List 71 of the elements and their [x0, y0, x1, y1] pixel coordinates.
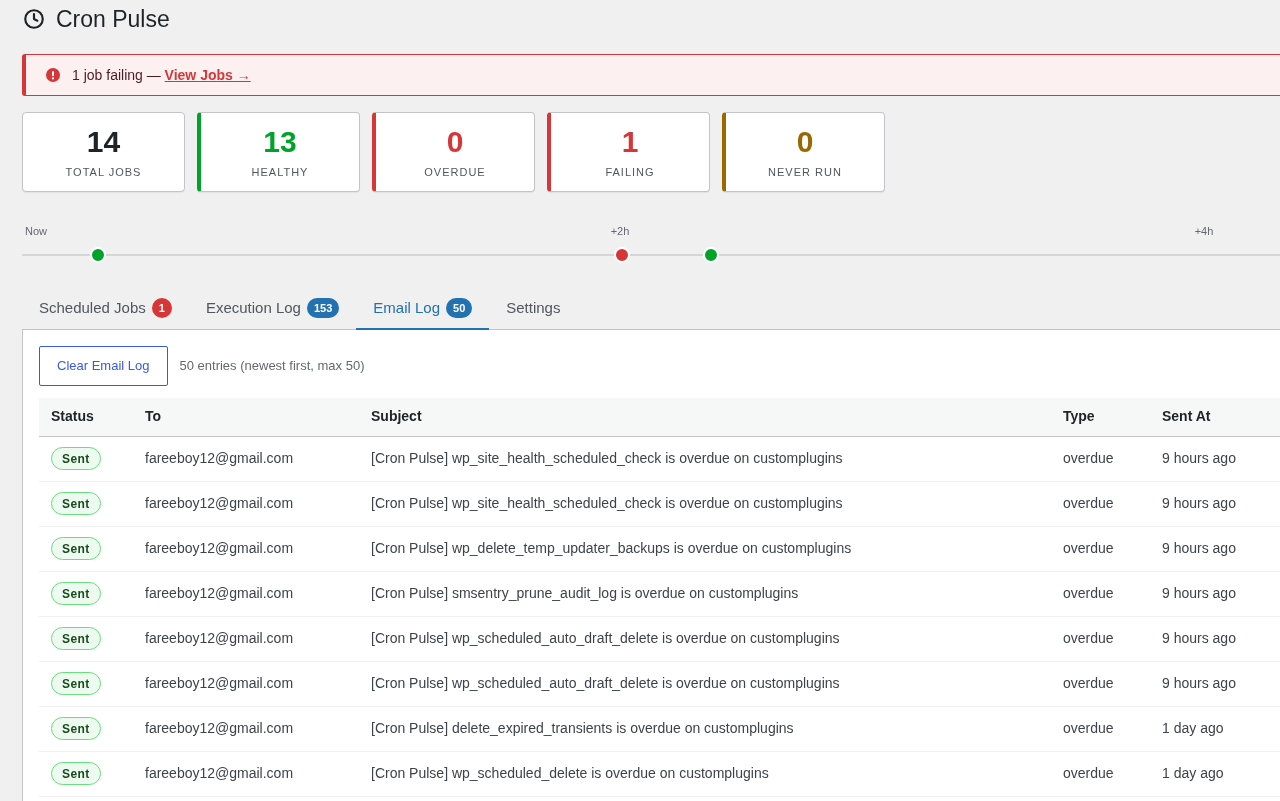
count-badge: 153 — [306, 298, 340, 318]
table-cell: fareeboy12@gmail.com — [133, 751, 359, 796]
table-cell: fareeboy12@gmail.com — [133, 481, 359, 526]
table-cell: [Cron Pulse] wp_scheduled_auto_draft_delete is overdue on customplugins — [359, 616, 1051, 661]
table-cell: [Cron Pulse] wp_delete_temp_updater_backups is overdue on customplugins — [359, 526, 1051, 571]
table-cell: [Cron Pulse] wp_site_health_scheduled_check is overdue on customplugins — [359, 436, 1051, 481]
table-cell: 9 hours ago — [1150, 436, 1280, 481]
notice-message: 1 job failing — View Jobs → — [72, 65, 251, 85]
count-badge: 50 — [446, 298, 473, 318]
table-cell: 9 hours ago — [1150, 571, 1280, 616]
stat-label: FAILING — [605, 165, 655, 179]
stat-value: 0 — [796, 125, 814, 159]
stat-label: HEALTHY — [251, 165, 309, 179]
table-cell: [Cron Pulse] wp_site_health_scheduled_check is overdue on customplugins — [359, 481, 1051, 526]
column-header: Type — [1051, 398, 1150, 436]
clear-email-log-button[interactable]: Clear Email Log — [39, 346, 168, 386]
status-tag: Sent — [51, 672, 101, 695]
entries-summary: 50 entries (newest first, max 50) — [179, 357, 365, 376]
stat-value: 0 — [446, 125, 464, 159]
column-header: Status — [39, 398, 133, 436]
table-cell: overdue — [1051, 436, 1150, 481]
table-cell: overdue — [1051, 481, 1150, 526]
tab[interactable]: Scheduled Jobs 1 — [22, 288, 189, 330]
table-cell: [Cron Pulse] wp_scheduled_auto_draft_delete is overdue on customplugins — [359, 661, 1051, 706]
stat-label: OVERDUE — [424, 165, 486, 179]
table-cell: [Cron Pulse] wp_scheduled_delete is overdue on customplugins — [359, 751, 1051, 796]
table-cell: overdue — [1051, 526, 1150, 571]
status-tag: Sent — [51, 492, 101, 515]
table-cell: [Cron Pulse] delete_expired_transients is overdue on customplugins — [359, 706, 1051, 751]
table-cell: fareeboy12@gmail.com — [133, 571, 359, 616]
stat-value: 14 — [86, 125, 121, 159]
table-cell: fareeboy12@gmail.com — [133, 526, 359, 571]
stat-value: 1 — [621, 125, 639, 159]
status-tag: Sent — [51, 447, 101, 470]
column-header: Sent At — [1150, 398, 1280, 436]
table-cell: [Cron Pulse] smsentry_prune_audit_log is overdue on customplugins — [359, 571, 1051, 616]
stat-label: NEVER RUN — [768, 165, 842, 179]
tab[interactable]: Settings — [489, 288, 578, 330]
column-header: To — [133, 398, 359, 436]
status-tag: Sent — [51, 717, 101, 740]
status-tag: Sent — [51, 627, 101, 650]
table-cell: fareeboy12@gmail.com — [133, 616, 359, 661]
alert-icon — [46, 68, 60, 82]
time-label: +2h — [610, 225, 630, 237]
stat-value: 13 — [263, 125, 297, 159]
stat-label: TOTAL JOBS — [65, 165, 142, 179]
table-cell: overdue — [1051, 616, 1150, 661]
table-cell: fareeboy12@gmail.com — [133, 661, 359, 706]
status-tag: Sent — [51, 582, 101, 605]
table-cell: 9 hours ago — [1150, 661, 1280, 706]
table-cell: overdue — [1051, 706, 1150, 751]
count-badge: 1 — [151, 298, 172, 318]
table-cell: overdue — [1051, 661, 1150, 706]
table-cell: fareeboy12@gmail.com — [133, 706, 359, 751]
table-cell: 9 hours ago — [1150, 526, 1280, 571]
status-tag: Sent — [51, 537, 101, 560]
table-cell: overdue — [1051, 751, 1150, 796]
status-tag: Sent — [51, 762, 101, 785]
tab[interactable]: Execution Log 153 — [188, 288, 357, 330]
column-header: Subject — [359, 398, 1051, 436]
table-cell: 9 hours ago — [1150, 616, 1280, 661]
time-label: Now — [25, 225, 47, 237]
page-title: Cron Pulse — [56, 5, 170, 33]
view-jobs-link[interactable]: View Jobs → — [164, 66, 251, 83]
table-cell: 1 day ago — [1150, 751, 1280, 796]
table-cell: 1 day ago — [1150, 706, 1280, 751]
table-cell: overdue — [1051, 571, 1150, 616]
time-label: +4h — [1194, 225, 1214, 237]
table-cell: fareeboy12@gmail.com — [133, 436, 359, 481]
clock-icon — [24, 9, 44, 29]
table-cell: 9 hours ago — [1150, 481, 1280, 526]
